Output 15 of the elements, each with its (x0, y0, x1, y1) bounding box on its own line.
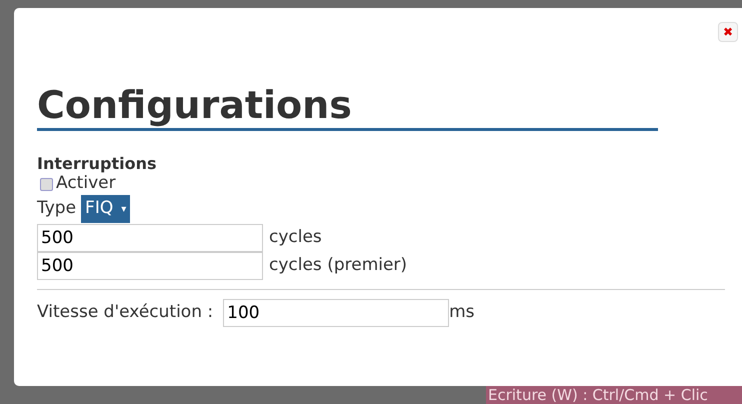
type-dropdown[interactable]: FIQ ▾ (81, 195, 130, 223)
checkbox[interactable] (40, 178, 53, 190)
speed-label: Vitesse d'exécution : (37, 301, 214, 324)
close-button[interactable]: ✖ (718, 22, 738, 42)
unit-label: ms (449, 301, 475, 324)
input-field[interactable]: 500 (37, 252, 263, 280)
checkbox-label: Activer (56, 172, 116, 196)
unit-label: cycles (premier) (269, 254, 408, 278)
unit-label: cycles (269, 226, 322, 250)
section-heading: Interruptions (37, 154, 158, 174)
speed-field[interactable]: 100 (223, 299, 450, 327)
status-bar: Ecriture (W) : Ctrl/Cmd + Clic (486, 386, 742, 404)
input-field[interactable]: 500 (37, 224, 263, 252)
dialog-title: Configurations (37, 82, 658, 131)
type-label: Type (37, 197, 76, 220)
